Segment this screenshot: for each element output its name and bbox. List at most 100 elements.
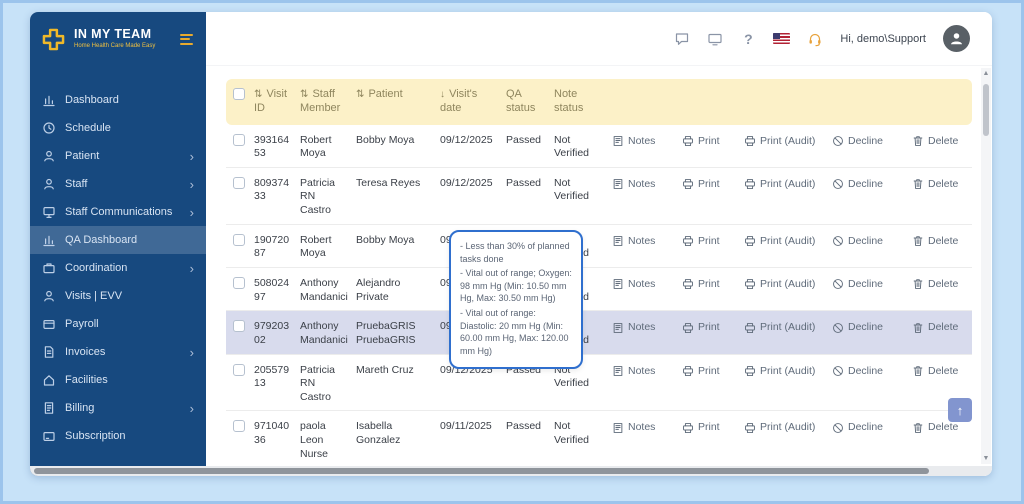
sidebar-item-visits-evv[interactable]: Visits | EVV ›	[30, 282, 206, 310]
brand-logo-icon	[42, 28, 65, 50]
header-staff-member[interactable]: ⇅ Staff Member	[296, 85, 352, 119]
header-visit-id[interactable]: ⇅ Visit ID	[250, 85, 296, 119]
sidebar-item-subscription[interactable]: Subscription ›	[30, 422, 206, 450]
delete-button[interactable]: Delete	[908, 125, 962, 155]
scroll-down-arrow-icon[interactable]: ▼	[981, 455, 991, 462]
qa-status-cell: Passed	[506, 420, 542, 433]
help-icon[interactable]: ?	[740, 31, 756, 47]
brand-block: IN MY TEAM Home Health Care Made Easy	[74, 28, 155, 50]
tooltip-line: - Vital out of range; Oxygen: 98 mm Hg (…	[460, 268, 572, 304]
hamburger-menu-icon[interactable]	[177, 31, 196, 48]
notes-button[interactable]: Notes	[608, 268, 678, 298]
row-checkbox[interactable]	[233, 320, 245, 333]
support-icon[interactable]	[807, 31, 823, 47]
print-audit-button[interactable]: Print (Audit)	[740, 168, 828, 198]
horizontal-scrollbar[interactable]	[30, 466, 992, 476]
qa-status-cell: Passed	[506, 176, 542, 189]
row-checkbox[interactable]	[233, 363, 245, 376]
print-audit-button[interactable]: Print (Audit)	[740, 311, 828, 341]
chat-icon[interactable]	[674, 31, 690, 47]
notes-icon	[613, 322, 623, 333]
horizontal-scroll-thumb[interactable]	[34, 468, 929, 474]
print-button[interactable]: Print	[678, 125, 740, 155]
sidebar-item-schedule[interactable]: Schedule ›	[30, 114, 206, 142]
print-audit-button[interactable]: Print (Audit)	[740, 268, 828, 298]
us-flag-icon[interactable]	[773, 33, 791, 44]
chevron-right-icon: ›	[189, 204, 194, 220]
delete-button[interactable]: Delete	[908, 355, 962, 385]
staff-member-cell: paola Leon Nurse	[300, 420, 329, 460]
print-button[interactable]: Print	[678, 225, 740, 255]
delete-button[interactable]: Delete	[908, 225, 962, 255]
notes-button[interactable]: Notes	[608, 225, 678, 255]
chevron-right-icon: ›	[189, 344, 194, 360]
print-audit-button[interactable]: Print (Audit)	[740, 225, 828, 255]
decline-button[interactable]: Decline	[828, 268, 908, 298]
sort-icon: ⇅	[300, 89, 309, 100]
row-checkbox[interactable]	[233, 233, 245, 246]
row-checkbox[interactable]	[233, 276, 245, 289]
sidebar-item-qa-dashboard[interactable]: QA Dashboard ›	[30, 226, 206, 254]
patient-icon	[42, 149, 56, 163]
main-panel: ? Hi, demo\Support ⇅ Visit ID ⇅ Staff Me…	[206, 12, 992, 476]
patient-cell: Bobby Moya	[356, 133, 415, 146]
facilities-icon	[42, 373, 56, 387]
sidebar-item-dashboard[interactable]: Dashboard ›	[30, 86, 206, 114]
print-button[interactable]: Print	[678, 355, 740, 385]
notes-button[interactable]: Notes	[608, 411, 678, 441]
print-button[interactable]: Print	[678, 168, 740, 198]
notes-button[interactable]: Notes	[608, 168, 678, 198]
decline-icon	[833, 179, 843, 190]
vertical-scrollbar[interactable]: ▲ ▼	[981, 68, 991, 464]
sidebar-item-billing[interactable]: Billing ›	[30, 394, 206, 422]
visit-date-cell: 09/11/2025	[440, 420, 492, 433]
sidebar-item-invoices[interactable]: Invoices ›	[30, 338, 206, 366]
visit-id-cell: 19072087	[254, 233, 290, 260]
vertical-scroll-thumb[interactable]	[983, 84, 989, 136]
scroll-up-arrow-icon[interactable]: ▲	[981, 70, 991, 77]
row-checkbox[interactable]	[233, 176, 245, 189]
delete-button[interactable]: Delete	[908, 268, 962, 298]
header-qa-status: QA status	[506, 88, 536, 114]
print-button[interactable]: Print	[678, 311, 740, 341]
notes-icon	[613, 423, 623, 433]
decline-button[interactable]: Decline	[828, 411, 908, 441]
print-audit-button[interactable]: Print (Audit)	[740, 355, 828, 385]
user-greeting: Hi, demo\Support	[840, 32, 926, 45]
scroll-to-top-button[interactable]: ↑	[948, 398, 972, 422]
sidebar-item-facilities[interactable]: Facilities ›	[30, 366, 206, 394]
notes-button[interactable]: Notes	[608, 125, 678, 155]
visit-id-cell: 80937433	[254, 176, 290, 203]
decline-button[interactable]: Decline	[828, 355, 908, 385]
header-visit-date[interactable]: ↓ Visit's date	[436, 85, 502, 119]
chevron-right-icon: ›	[189, 400, 194, 416]
schedule-icon	[42, 121, 56, 135]
decline-button[interactable]: Decline	[828, 125, 908, 155]
select-all-checkbox[interactable]	[233, 88, 245, 100]
header-patient[interactable]: ⇅ Patient	[352, 85, 436, 105]
sidebar-item-coordination[interactable]: Coordination ›	[30, 254, 206, 282]
notes-button[interactable]: Notes	[608, 311, 678, 341]
print-audit-button[interactable]: Print (Audit)	[740, 125, 828, 155]
delete-button[interactable]: Delete	[908, 168, 962, 198]
row-checkbox[interactable]	[233, 420, 245, 433]
decline-button[interactable]: Decline	[828, 168, 908, 198]
avatar[interactable]	[943, 25, 970, 52]
print-button[interactable]: Print	[678, 268, 740, 298]
decline-button[interactable]: Decline	[828, 225, 908, 255]
sidebar-item-staff[interactable]: Staff ›	[30, 170, 206, 198]
decline-button[interactable]: Decline	[828, 311, 908, 341]
notes-button[interactable]: Notes	[608, 355, 678, 385]
row-checkbox[interactable]	[233, 133, 245, 146]
delete-button[interactable]: Delete	[908, 311, 962, 341]
sidebar-item-staff-communications[interactable]: Staff Communications ›	[30, 198, 206, 226]
patient-cell: Isabella Gonzalez	[356, 420, 401, 447]
sidebar-item-payroll[interactable]: Payroll ›	[30, 310, 206, 338]
devices-icon[interactable]	[707, 31, 723, 47]
checkbox-cell	[226, 268, 250, 300]
notes-icon	[613, 236, 623, 247]
print-audit-button[interactable]: Print (Audit)	[740, 411, 828, 441]
sidebar-item-patient[interactable]: Patient ›	[30, 142, 206, 170]
staff-member-cell: Robert Moya	[300, 233, 332, 260]
print-button[interactable]: Print	[678, 411, 740, 441]
